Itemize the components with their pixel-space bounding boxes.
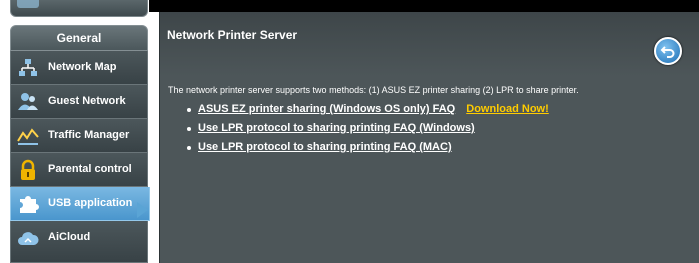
- bullet: [187, 127, 191, 131]
- title-band: [160, 12, 699, 76]
- sidebar-item-aicloud[interactable]: AiCloud: [10, 221, 148, 263]
- sidebar-section-general: General: [10, 25, 148, 51]
- sidebar: General Network Map Guest Network Traffi…: [10, 0, 150, 263]
- sidebar-item-label: Network Map: [48, 61, 117, 73]
- sidebar-item-label: USB application: [48, 197, 133, 209]
- sidebar-item-network-map[interactable]: Network Map: [10, 51, 148, 85]
- puzzle-icon: [17, 193, 39, 215]
- sidebar-item-traffic-manager[interactable]: Traffic Manager: [10, 119, 148, 153]
- lock-icon: [17, 159, 39, 181]
- sidebar-item-label: Parental control: [48, 163, 132, 175]
- sidebar-item-label: Guest Network: [48, 95, 126, 107]
- sidebar-item-parental-control[interactable]: Parental control: [10, 153, 148, 187]
- traffic-manager-icon: [17, 125, 39, 147]
- partial-menu-icon: [17, 0, 39, 8]
- back-button[interactable]: [654, 37, 682, 65]
- top-bar: [149, 0, 699, 12]
- cloud-icon: [17, 227, 39, 249]
- list-item: ASUS EZ printer sharing (Windows OS only…: [187, 103, 549, 122]
- lpr-windows-faq-link[interactable]: Use LPR protocol to sharing printing FAQ…: [198, 122, 475, 134]
- sidebar-item-usb-application[interactable]: USB application: [10, 187, 150, 221]
- download-now-link[interactable]: Download Now!: [466, 103, 549, 115]
- sidebar-top-item[interactable]: [10, 0, 148, 17]
- bullet: [187, 146, 191, 150]
- faq-list: ASUS EZ printer sharing (Windows OS only…: [187, 103, 549, 160]
- sidebar-item-label: Traffic Manager: [48, 129, 130, 141]
- guest-network-icon: [17, 91, 39, 113]
- asus-ez-printer-faq-link[interactable]: ASUS EZ printer sharing (Windows OS only…: [198, 103, 455, 115]
- main-panel: Network Printer Server The network print…: [159, 12, 699, 263]
- description-text: The network printer server supports two …: [168, 85, 579, 95]
- sidebar-item-guest-network[interactable]: Guest Network: [10, 85, 148, 119]
- page-title: Network Printer Server: [167, 28, 298, 42]
- sidebar-item-label: AiCloud: [48, 231, 91, 243]
- lpr-mac-faq-link[interactable]: Use LPR protocol to sharing printing FAQ…: [198, 141, 452, 153]
- list-item: Use LPR protocol to sharing printing FAQ…: [187, 141, 549, 160]
- back-arrow-icon: [660, 46, 675, 58]
- active-item-pointer: [137, 202, 148, 218]
- network-map-icon: [17, 57, 39, 79]
- bullet: [187, 108, 191, 112]
- list-item: Use LPR protocol to sharing printing FAQ…: [187, 122, 549, 141]
